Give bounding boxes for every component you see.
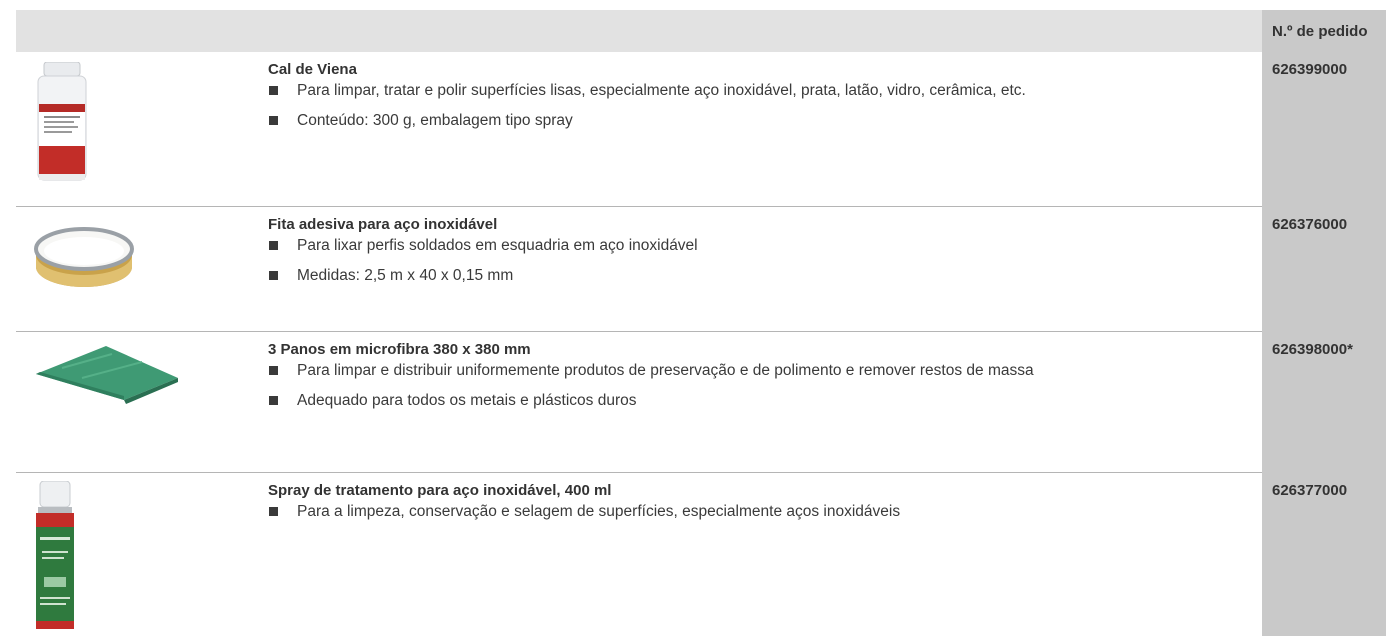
bullet-square-icon [269, 116, 278, 125]
product-title: Fita adesiva para aço inoxidável [268, 216, 498, 233]
product-bullet: Conteúdo: 300 g, embalagem tipo spray [268, 111, 1248, 131]
order-number: 626398000* [1272, 341, 1353, 358]
bullet-square-icon [269, 271, 278, 280]
order-number: 626377000 [1272, 482, 1348, 499]
product-bullet: Para limpar, tratar e polir superfícies … [268, 81, 1248, 101]
order-number: 626399000 [1272, 61, 1348, 78]
product-title: 3 Panos em microfibra 380 x 380 mm [268, 341, 531, 358]
product-title: Spray de tratamento para aço inoxidável,… [268, 482, 612, 499]
product-title: Cal de Viena [268, 61, 357, 78]
product-bullet: Para lixar perfis soldados em esquadria … [268, 236, 1248, 256]
bullet-square-icon [269, 86, 278, 95]
product-image-microfiber-cloth [32, 344, 182, 409]
product-image-tape-roll [30, 215, 138, 304]
product-row: Fita adesiva para aço inoxidável Para li… [16, 207, 1386, 331]
product-row: 3 Panos em microfibra 380 x 380 mm Para … [16, 332, 1386, 472]
product-bullet: Para limpar e distribuir uniformemente p… [268, 361, 1248, 381]
bullet-square-icon [269, 241, 278, 250]
product-bullet: Adequado para todos os metais e plástico… [268, 391, 1248, 411]
bullet-square-icon [269, 396, 278, 405]
table-header: N.º de pedido [16, 10, 1386, 52]
product-bullet: Para a limpeza, conservação e selagem de… [268, 502, 1248, 522]
product-row: Cal de Viena Para limpar, tratar e polir… [16, 52, 1386, 206]
bullet-square-icon [269, 366, 278, 375]
bullet-square-icon [269, 507, 278, 516]
order-number-header: N.º de pedido [1262, 10, 1386, 52]
product-image-bottle [22, 61, 102, 197]
product-bullet: Medidas: 2,5 m x 40 x 0,15 mm [268, 266, 1248, 286]
product-image-spray-can [30, 480, 80, 638]
product-row: Spray de tratamento para aço inoxidável,… [16, 473, 1386, 636]
order-number: 626376000 [1272, 216, 1348, 233]
